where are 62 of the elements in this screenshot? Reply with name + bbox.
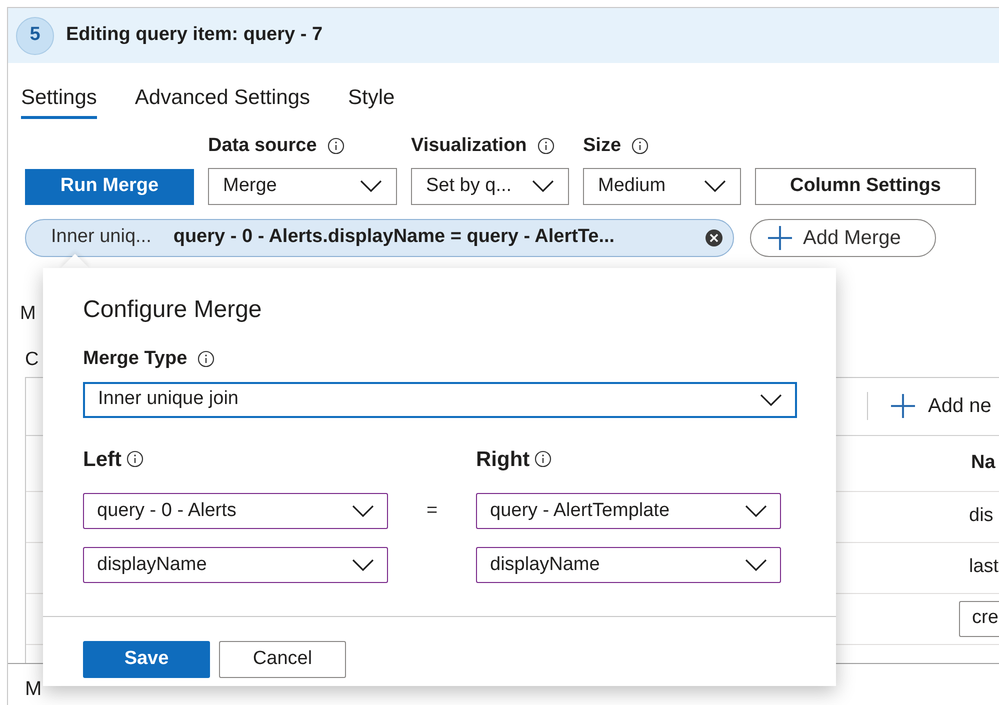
- info-icon[interactable]: [536, 137, 555, 156]
- field-label: Merge Type: [83, 347, 188, 371]
- info-icon[interactable]: [197, 350, 216, 368]
- header-title: Editing query item: query - 7: [66, 23, 323, 48]
- chevron-down-icon: [352, 559, 374, 571]
- chevron-down-icon: [745, 505, 767, 517]
- chevron-down-icon: [704, 180, 726, 192]
- section-label: M: [20, 302, 36, 324]
- dropdown-value: query - 0 - Alerts: [97, 498, 236, 523]
- add-new-button[interactable]: Add ne: [890, 391, 992, 421]
- dialog-title: Configure Merge: [83, 295, 263, 325]
- close-icon[interactable]: [705, 228, 723, 246]
- right-label: Right: [476, 446, 530, 472]
- plus-icon: [767, 224, 793, 250]
- table-cell-text: dis: [968, 504, 994, 528]
- info-icon[interactable]: [326, 137, 345, 156]
- field-label: Data source: [208, 134, 317, 158]
- input-field[interactable]: cre: [959, 600, 999, 636]
- chevron-down-icon: [532, 180, 554, 192]
- column-settings-button[interactable]: Column Settings: [755, 168, 976, 204]
- subsection-label: C: [25, 349, 39, 370]
- left-dropdown[interactable]: displayName: [83, 547, 388, 583]
- run-merge-button[interactable]: Run Merge: [25, 168, 194, 204]
- dropdown-value: Inner unique join: [98, 387, 238, 412]
- merge-type-dropdown[interactable]: Inner unique join: [83, 382, 797, 418]
- right-dropdown[interactable]: displayName: [476, 547, 781, 583]
- add-merge-button[interactable]: Add Merge: [750, 218, 936, 256]
- dropdown-value: Medium: [598, 174, 666, 198]
- plus-icon: [890, 393, 916, 419]
- merge-pill[interactable]: Inner uniq... query - 0 - Alerts.displayName = query - AlertTe...: [25, 218, 734, 256]
- merge-type-text: Inner uniq...: [51, 225, 152, 250]
- dropdown[interactable]: Medium: [583, 168, 741, 204]
- dropdown[interactable]: Merge: [208, 168, 397, 204]
- chevron-down-icon: [352, 505, 374, 517]
- chevron-down-icon: [745, 559, 767, 571]
- info-icon[interactable]: [631, 137, 650, 156]
- column-header: Na: [971, 450, 996, 475]
- chevron-down-icon: [760, 394, 782, 406]
- field-label: Visualization: [411, 134, 527, 158]
- right-dropdown[interactable]: query - AlertTemplate: [476, 493, 781, 529]
- dropdown-value: Set by q...: [426, 174, 512, 198]
- primary-button[interactable]: Save: [83, 641, 210, 678]
- dropdown-value: query - AlertTemplate: [490, 498, 670, 523]
- tab[interactable]: Advanced Settings: [134, 79, 310, 119]
- secondary-button[interactable]: Cancel: [219, 641, 346, 678]
- step-number: 5: [16, 16, 54, 54]
- info-icon[interactable]: [126, 450, 144, 468]
- dropdown-value: displayName: [97, 552, 207, 577]
- left-dropdown[interactable]: query - 0 - Alerts: [83, 493, 388, 529]
- dropdown[interactable]: Set by q...: [411, 168, 569, 204]
- field-label: Size: [583, 134, 622, 158]
- table-cell-text: last: [968, 555, 999, 580]
- dropdown-value: displayName: [490, 552, 600, 577]
- info-icon[interactable]: [534, 450, 552, 468]
- footer-label: M: [25, 678, 42, 700]
- chevron-down-icon: [360, 180, 382, 192]
- merge-expression: query - 0 - Alerts.displayName = query - AlertTe...: [173, 225, 615, 250]
- left-label: Left: [83, 446, 122, 472]
- dropdown-value: Merge: [223, 174, 277, 198]
- tab[interactable]: Settings: [21, 79, 97, 119]
- tab[interactable]: Style: [348, 79, 395, 119]
- equals-sign: =: [426, 498, 438, 523]
